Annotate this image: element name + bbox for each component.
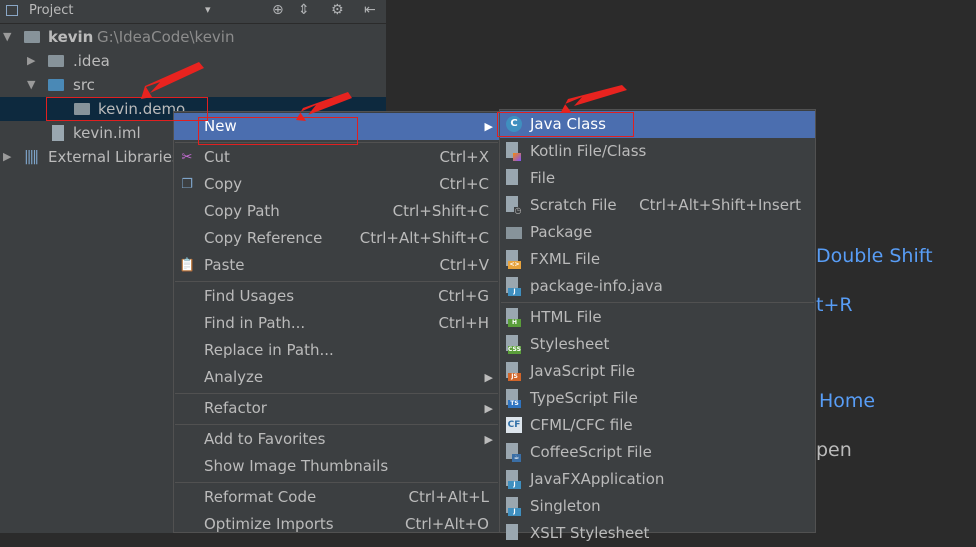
annotation-arrow-icon bbox=[141, 62, 204, 99]
annotation-arrows bbox=[141, 62, 627, 121]
annotation-arrow-icon bbox=[296, 92, 352, 121]
annotation-arrow-icon bbox=[561, 85, 627, 112]
